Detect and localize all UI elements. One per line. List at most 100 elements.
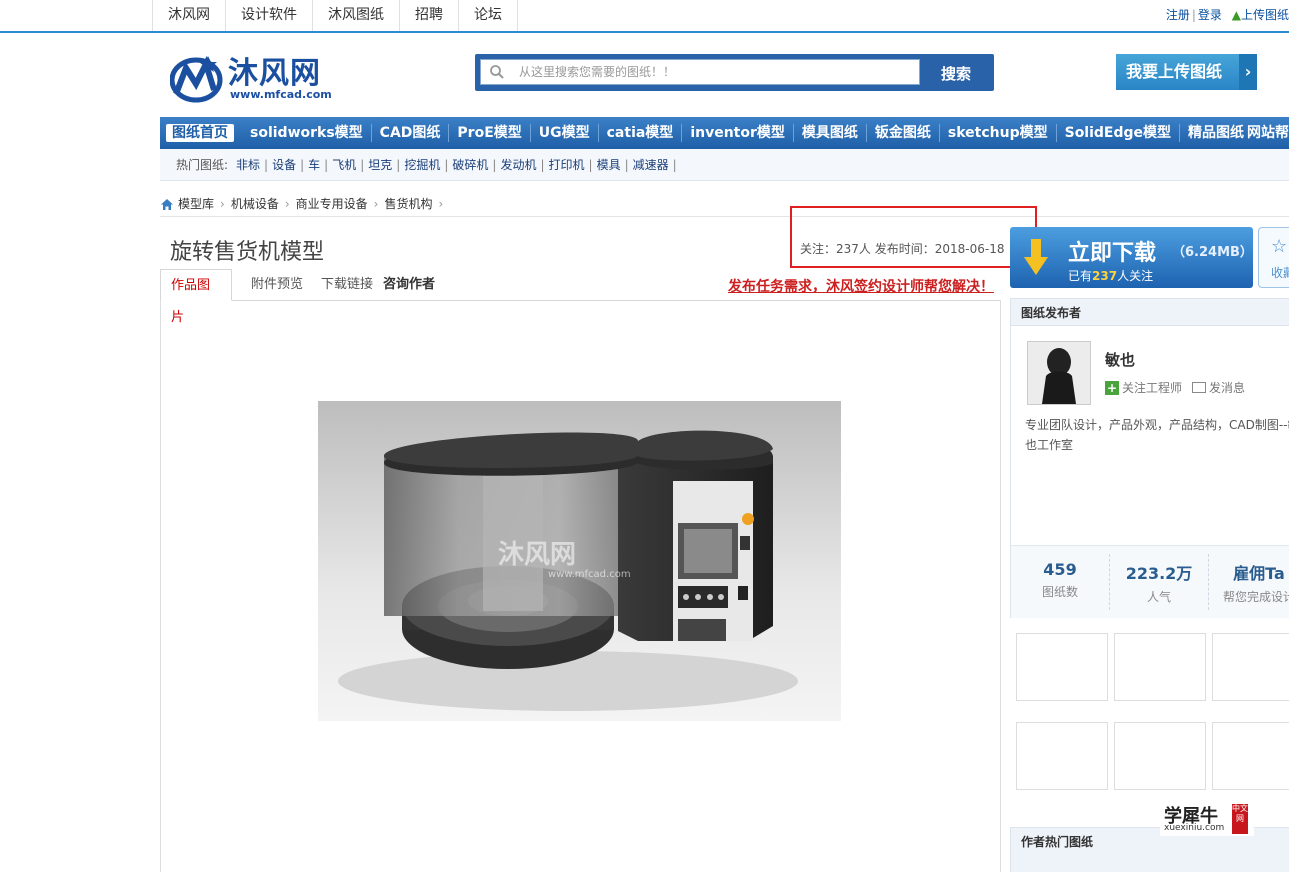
tab-images[interactable]: 作品图片 bbox=[160, 269, 232, 325]
account-links: 注册 | 登录 ▲上传图纸 bbox=[1166, 0, 1289, 31]
thumbnail[interactable] bbox=[1114, 633, 1206, 701]
download-button[interactable]: 立即下载 （6.24MB） 已有237人关注 bbox=[1010, 227, 1253, 288]
cat-item[interactable]: 精品图纸 bbox=[1180, 124, 1252, 142]
post-task-link[interactable]: 发布任务需求，沐风签约设计师帮您解决！ bbox=[728, 276, 994, 296]
hot-item[interactable]: 飞机 bbox=[332, 149, 356, 181]
vending-machine-render: 沐风网 www.mfcad.com bbox=[318, 401, 841, 721]
cat-item[interactable]: sketchup模型 bbox=[940, 124, 1057, 142]
favorite-label: 收藏 bbox=[1271, 266, 1289, 280]
cat-item[interactable]: 钣金图纸 bbox=[867, 124, 940, 142]
highlight-box bbox=[790, 206, 1037, 268]
search-icon bbox=[490, 65, 504, 79]
cat-home[interactable]: 图纸首页 bbox=[166, 124, 234, 142]
hot-item[interactable]: 模具 bbox=[597, 149, 621, 181]
thumbnail[interactable] bbox=[1016, 633, 1108, 701]
hot-label: 热门图纸: bbox=[176, 158, 229, 172]
site-logo[interactable]: 沐风网 www.mfcad.com bbox=[170, 44, 350, 110]
hot-item[interactable]: 减速器 bbox=[633, 149, 669, 181]
breadcrumb-item[interactable]: 机械设备 bbox=[231, 194, 279, 214]
publisher-panel: 图纸发布者 敏也 + 关注工程师 发消息 专业团队设计，产品外观，产品结构，CA… bbox=[1010, 298, 1289, 618]
hot-item[interactable]: 破碎机 bbox=[452, 149, 488, 181]
tab-consult-author[interactable]: 咨询作者 bbox=[383, 269, 435, 301]
hot-item[interactable]: 打印机 bbox=[549, 149, 585, 181]
cat-item[interactable]: UG模型 bbox=[531, 124, 599, 142]
upload-button-label: 我要上传图纸 bbox=[1126, 62, 1223, 81]
top-nav-item[interactable]: 沐风图纸 bbox=[312, 0, 399, 31]
watermark-url: xuexiniu.com bbox=[1164, 823, 1225, 833]
separator: | bbox=[1191, 8, 1196, 22]
cat-item[interactable]: CAD图纸 bbox=[372, 124, 450, 142]
publisher-heading: 图纸发布者 bbox=[1021, 306, 1082, 320]
upload-link[interactable]: 上传图纸 bbox=[1241, 8, 1289, 22]
avatar-image bbox=[1028, 342, 1090, 404]
logo-mark-icon bbox=[170, 55, 223, 103]
hot-item[interactable]: 车 bbox=[308, 149, 320, 181]
top-bar: 沐风网 设计软件 沐风图纸 招聘 论坛 注册 | 登录 ▲上传图纸 bbox=[0, 0, 1289, 33]
image-watermark-url: www.mfcad.com bbox=[548, 569, 631, 580]
logo-text: 沐风网 bbox=[228, 56, 321, 91]
tab-download-link[interactable]: 下载链接 bbox=[321, 269, 373, 301]
hot-item[interactable]: 非标 bbox=[236, 149, 260, 181]
breadcrumb-item[interactable]: 商业专用设备 bbox=[296, 194, 368, 214]
hot-item[interactable]: 发动机 bbox=[500, 149, 536, 181]
cat-item[interactable]: inventor模型 bbox=[682, 124, 794, 142]
plus-icon: + bbox=[1105, 380, 1119, 395]
hot-drawings-bar: 热门图纸: 非标 | 设备 | 车 | 飞机 | 坦克 | 挖掘机 | 破碎机 | 发动机 | … bbox=[160, 149, 1289, 181]
hot-items: 非标 | 设备 | 车 | 飞机 | 坦克 | 挖掘机 | 破碎机 | 发动机 | 打印机 | 模… bbox=[236, 149, 681, 181]
download-arrow-icon bbox=[1024, 239, 1048, 275]
upload-icon: ▲ bbox=[1231, 8, 1241, 22]
search-placeholder: 从这里搜索您需要的图纸！！ bbox=[519, 65, 676, 79]
stat-drawings: 459 图纸数 bbox=[1041, 560, 1078, 599]
thumbnail[interactable] bbox=[1212, 722, 1289, 790]
cat-item[interactable]: catia模型 bbox=[599, 124, 683, 142]
breadcrumb-item[interactable]: 模型库 bbox=[178, 194, 214, 214]
cat-item[interactable]: SolidEdge模型 bbox=[1057, 124, 1181, 142]
avatar[interactable] bbox=[1027, 341, 1091, 405]
breadcrumb: 模型库 › 机械设备 › 商业专用设备 › 售货机构 › bbox=[160, 194, 449, 214]
mail-icon bbox=[1192, 382, 1207, 393]
top-nav-item[interactable]: 设计软件 bbox=[225, 0, 312, 31]
chevron-right-icon: › bbox=[1239, 54, 1257, 90]
stat-hire[interactable]: 雇佣Ta 帮您完成设计 bbox=[1209, 546, 1289, 618]
download-title: 立即下载 bbox=[1068, 241, 1157, 266]
download-size: （6.24MB） bbox=[1172, 245, 1253, 260]
tab-attachment-preview[interactable]: 附件预览 bbox=[251, 269, 303, 301]
cat-item[interactable]: 模具图纸 bbox=[794, 124, 867, 142]
publisher-stats: 459 图纸数 223.2万 人气 雇佣Ta 帮您完成设计 bbox=[1011, 545, 1289, 618]
thumbnail[interactable] bbox=[1016, 722, 1108, 790]
thumbnail[interactable] bbox=[1212, 633, 1289, 701]
search-button[interactable]: 搜索 bbox=[923, 60, 989, 86]
top-nav-item[interactable]: 沐风网 bbox=[152, 0, 225, 31]
favorite-button[interactable]: ☆ 收藏 bbox=[1258, 227, 1289, 288]
send-message-link[interactable]: 发消息 bbox=[1209, 379, 1245, 396]
publisher-description: 专业团队设计，产品外观，产品结构，CAD制图--敏也工作室 bbox=[1025, 418, 1289, 452]
divider bbox=[160, 216, 1289, 217]
cat-item[interactable]: ProE模型 bbox=[449, 124, 531, 142]
hot-item[interactable]: 坦克 bbox=[368, 149, 392, 181]
top-nav-item[interactable]: 论坛 bbox=[458, 0, 518, 31]
register-link[interactable]: 注册 bbox=[1166, 8, 1190, 22]
cat-help[interactable]: 网站帮 bbox=[1247, 117, 1289, 149]
follow-engineer-link[interactable]: 关注工程师 bbox=[1122, 379, 1182, 396]
hot-item[interactable]: 挖掘机 bbox=[404, 149, 440, 181]
cat-item[interactable]: solidworks模型 bbox=[242, 124, 372, 142]
top-nav-item[interactable]: 招聘 bbox=[399, 0, 458, 31]
stat-popularity: 223.2万 人气 bbox=[1125, 564, 1193, 604]
breadcrumb-item[interactable]: 售货机构 bbox=[384, 194, 432, 214]
page-title: 旋转售货机模型 bbox=[170, 240, 325, 265]
category-nav: 图纸首页 solidworks模型 CAD图纸 ProE模型 UG模型 cati… bbox=[160, 117, 1289, 149]
upload-drawing-button[interactable]: 我要上传图纸 › bbox=[1116, 54, 1257, 90]
download-followers: 已有237人关注 bbox=[1068, 269, 1154, 283]
login-link[interactable]: 登录 bbox=[1198, 8, 1222, 22]
hot-item[interactable]: 设备 bbox=[272, 149, 296, 181]
publisher-name[interactable]: 敏也 bbox=[1105, 349, 1135, 370]
home-icon bbox=[161, 198, 173, 210]
search-input[interactable]: 从这里搜索您需要的图纸！！ bbox=[480, 59, 920, 85]
image-watermark: 沐风网 bbox=[498, 540, 576, 570]
thumbnail[interactable] bbox=[1114, 722, 1206, 790]
hot-works-heading: 作者热门图纸 bbox=[1021, 835, 1094, 849]
star-icon: ☆ bbox=[1271, 236, 1288, 257]
top-nav: 沐风网 设计软件 沐风图纸 招聘 论坛 bbox=[152, 0, 518, 31]
model-image[interactable]: 沐风网 www.mfcad.com bbox=[318, 401, 841, 721]
search-box: 从这里搜索您需要的图纸！！ 搜索 bbox=[475, 54, 994, 91]
